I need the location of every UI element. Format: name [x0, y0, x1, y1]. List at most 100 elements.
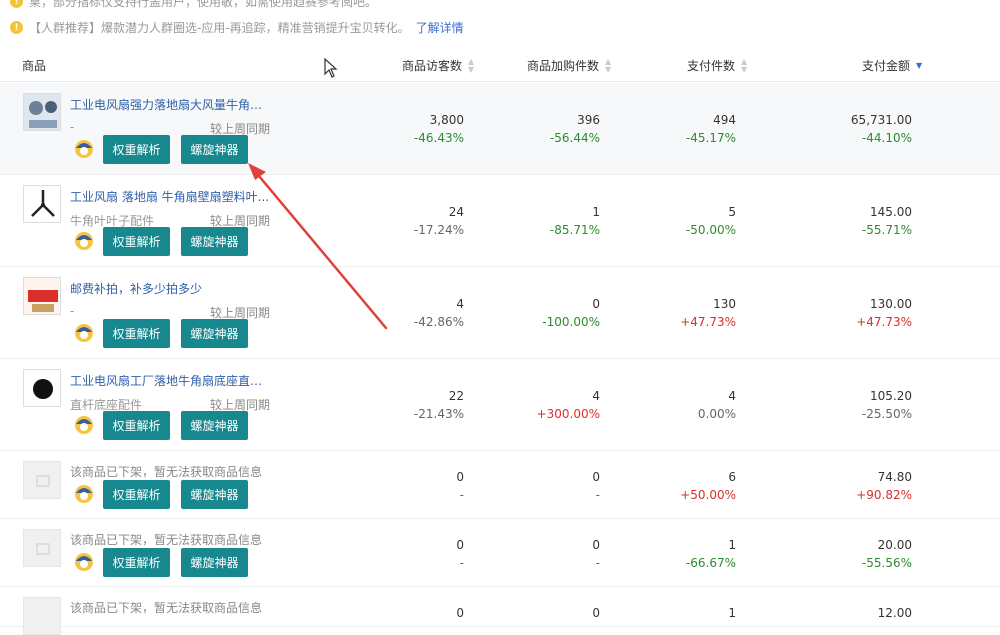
product-title: 该商品已下架，暂无法获取商品信息: [70, 601, 263, 615]
product-title: 该商品已下架，暂无法获取商品信息: [70, 465, 263, 479]
paid-amount-value: 145.00: [870, 205, 912, 219]
table-row[interactable]: 工业电风扇工厂落地牛角扇底座直杆... 直杆底座配件 较上周同期 权重解析 螺旋…: [0, 359, 1000, 451]
product-thumbnail[interactable]: [23, 93, 61, 131]
notice-bar-2: ! 【人群推荐】爆款潜力人群圈选-应用-再追踪，精准营销提升宝贝转化。 了解详情: [10, 19, 464, 36]
paid-items-pct: -50.00%: [685, 223, 736, 237]
product-title: 该商品已下架，暂无法获取商品信息: [70, 533, 263, 547]
visitors-value: 4: [456, 297, 464, 311]
warning-icon: !: [10, 0, 23, 8]
visitors-value: 0: [456, 538, 464, 552]
spiral-tool-button[interactable]: 螺旋神器: [181, 227, 248, 256]
visitors-pct: -21.43%: [413, 407, 464, 421]
weight-analysis-button[interactable]: 权重解析: [103, 227, 170, 256]
spiral-tool-button[interactable]: 螺旋神器: [181, 319, 248, 348]
paid-items-value: 6: [728, 470, 736, 484]
table-row[interactable]: 工业电风扇强力落地扇大风量牛角扇... - 较上周同期 权重解析 螺旋神器 3,…: [0, 83, 1000, 175]
header-product: 商品: [22, 59, 47, 73]
header-paid-items[interactable]: 支付件数 ▲ ▼: [687, 57, 747, 74]
paid-items-pct: +50.00%: [680, 488, 736, 502]
bee-icon[interactable]: [72, 412, 96, 436]
paid-amount-pct: -25.50%: [861, 407, 912, 421]
header-visitors[interactable]: 商品访客数 ▲ ▼: [402, 57, 474, 74]
table-row[interactable]: 工业风扇 落地扇 牛角扇壁扇塑料叶... 牛角叶叶子配件 较上周同期 权重解析 …: [0, 175, 1000, 267]
visitors-value: 0: [456, 606, 464, 620]
paid-items-value: 494: [713, 113, 736, 127]
weight-analysis-button[interactable]: 权重解析: [103, 135, 170, 164]
product-title[interactable]: 工业电风扇工厂落地牛角扇底座直杆...: [70, 372, 270, 389]
weight-analysis-button[interactable]: 权重解析: [103, 480, 170, 509]
paid-amount-pct: -44.10%: [861, 131, 912, 145]
bee-icon[interactable]: [72, 136, 96, 160]
paid-items-pct: -45.17%: [685, 131, 736, 145]
spiral-tool-button[interactable]: 螺旋神器: [181, 480, 248, 509]
bee-icon[interactable]: [72, 481, 96, 505]
weight-analysis-button[interactable]: 权重解析: [103, 411, 170, 440]
table-header: 商品 商品访客数 ▲ ▼ 商品加购件数 ▲ ▼ 支付件数 ▲ ▼ 支付金额 ▼: [0, 48, 1000, 82]
sort-icon[interactable]: ▲ ▼: [468, 57, 474, 74]
paid-items-value: 1: [728, 538, 736, 552]
table-row[interactable]: 该商品已下架，暂无法获取商品信息 0 0 1 12.00: [0, 587, 1000, 635]
cart-value: 0: [592, 470, 600, 484]
sort-desc-icon[interactable]: ▼: [916, 61, 922, 70]
visitors-value: 0: [456, 470, 464, 484]
paid-items-value: 4: [728, 389, 736, 403]
visitors-pct: -42.86%: [413, 315, 464, 329]
paid-items-value: 130: [713, 297, 736, 311]
spiral-tool-button[interactable]: 螺旋神器: [181, 548, 248, 577]
visitors-pct: -46.43%: [413, 131, 464, 145]
visitors-value: 24: [448, 205, 464, 219]
paid-amount-value: 105.20: [870, 389, 912, 403]
product-title[interactable]: 工业电风扇强力落地扇大风量牛角扇...: [70, 96, 270, 113]
bee-icon[interactable]: [72, 228, 96, 252]
paid-amount-value: 20.00: [877, 538, 912, 552]
visitors-value: 3,800: [429, 113, 464, 127]
header-cart[interactable]: 商品加购件数 ▲ ▼: [527, 57, 611, 74]
cart-pct: -: [595, 488, 600, 502]
product-thumbnail-placeholder: [23, 597, 61, 635]
product-thumbnail[interactable]: [23, 277, 61, 315]
product-sub: -: [70, 304, 75, 318]
bee-icon[interactable]: [72, 549, 96, 573]
cart-value: 396: [577, 113, 600, 127]
paid-amount-value: 12.00: [877, 606, 912, 620]
product-thumbnail-placeholder: [23, 529, 61, 567]
spiral-tool-button[interactable]: 螺旋神器: [181, 411, 248, 440]
learn-more-link[interactable]: 了解详情: [416, 19, 464, 36]
paid-items-pct: -66.67%: [685, 556, 736, 570]
paid-amount-pct: -55.56%: [861, 556, 912, 570]
cart-value: 0: [592, 606, 600, 620]
paid-amount-pct: +47.73%: [856, 315, 912, 329]
notice-text-1: 桌，部分指标仅支持行盖用户，使用敏，如需使用趋赛参考阅吧。: [29, 0, 378, 9]
notice-text-2: 【人群推荐】爆款潜力人群圈选-应用-再追踪，精准营销提升宝贝转化。: [29, 21, 410, 35]
notice-bar-1: ! 桌，部分指标仅支持行盖用户，使用敏，如需使用趋赛参考阅吧。: [10, 0, 377, 10]
table-row[interactable]: 邮费补拍，补多少拍多少 - 较上周同期 权重解析 螺旋神器 4 -42.86% …: [0, 267, 1000, 359]
paid-amount-value: 74.80: [877, 470, 912, 484]
sort-icon[interactable]: ▲ ▼: [605, 57, 611, 74]
paid-amount-value: 65,731.00: [850, 113, 912, 127]
paid-amount-pct: +90.82%: [856, 488, 912, 502]
table-row[interactable]: 该商品已下架，暂无法获取商品信息 权重解析 螺旋神器 0 - 0 - 1 -66…: [0, 519, 1000, 587]
visitors-value: 22: [448, 389, 464, 403]
annotation-arrow-icon: [248, 163, 388, 330]
header-paid-amount[interactable]: 支付金额 ▼: [862, 57, 922, 74]
mouse-cursor-icon: [324, 58, 338, 78]
cart-value: 1: [592, 205, 600, 219]
cart-value: 0: [592, 538, 600, 552]
product-thumbnail[interactable]: [23, 369, 61, 407]
cart-value: 0: [592, 297, 600, 311]
cart-pct: -: [595, 556, 600, 570]
cart-pct: +300.00%: [536, 407, 600, 421]
product-sub: -: [70, 120, 75, 134]
weight-analysis-button[interactable]: 权重解析: [103, 319, 170, 348]
weight-analysis-button[interactable]: 权重解析: [103, 548, 170, 577]
product-thumbnail-placeholder: [23, 461, 61, 499]
sort-icon[interactable]: ▲ ▼: [741, 57, 747, 74]
warning-icon: !: [10, 21, 23, 34]
spiral-tool-button[interactable]: 螺旋神器: [181, 135, 248, 164]
bee-icon[interactable]: [72, 320, 96, 344]
cart-pct: -56.44%: [549, 131, 600, 145]
visitors-pct: -17.24%: [413, 223, 464, 237]
cart-pct: -85.71%: [549, 223, 600, 237]
table-row[interactable]: 该商品已下架，暂无法获取商品信息 权重解析 螺旋神器 0 - 0 - 6 +50…: [0, 451, 1000, 519]
product-thumbnail[interactable]: [23, 185, 61, 223]
